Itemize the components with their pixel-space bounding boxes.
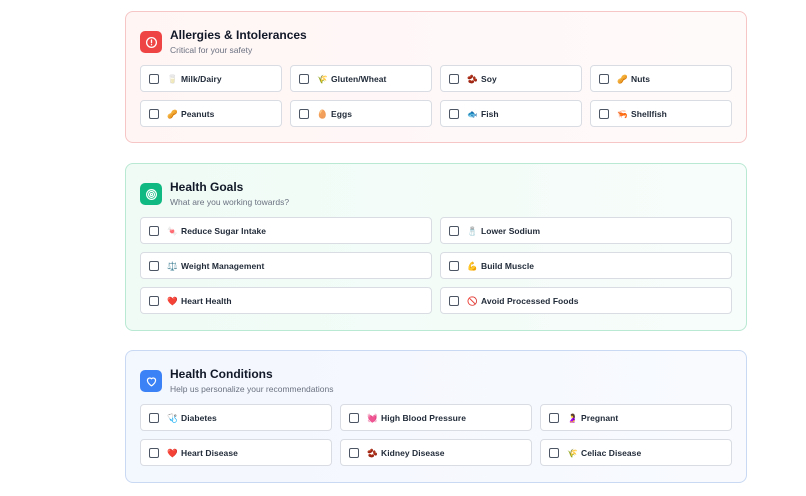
option-nuts[interactable]: 🥜 Nuts xyxy=(590,65,732,92)
checkbox[interactable] xyxy=(149,447,159,458)
candy-icon: 🍬 xyxy=(167,225,178,236)
option-heart-disease[interactable]: ❤️ Heart Disease xyxy=(140,439,332,466)
heart-outline-icon xyxy=(140,370,162,392)
conditions-options: 🩺 Diabetes 💓 High Blood Pressure 🤰 Pregnant… xyxy=(140,404,732,466)
option-diabetes[interactable]: 🩺 Diabetes xyxy=(140,404,332,431)
option-label: Lower Sodium xyxy=(481,225,541,236)
option-label: Heart Disease xyxy=(181,447,238,458)
flexed-bicep-icon: 💪 xyxy=(467,260,478,271)
checkbox[interactable] xyxy=(599,108,609,119)
allergies-card: Allergies & Intolerances Critical for yo… xyxy=(125,11,747,143)
option-lower-sodium[interactable]: 🧂 Lower Sodium xyxy=(440,217,732,244)
stethoscope-icon: 🩺 xyxy=(167,412,178,423)
checkbox[interactable] xyxy=(349,412,359,423)
allergies-header: Allergies & Intolerances Critical for yo… xyxy=(140,28,307,56)
option-peanuts[interactable]: 🥜 Peanuts xyxy=(140,100,282,127)
option-label: Shellfish xyxy=(631,108,667,119)
option-shellfish[interactable]: 🦐 Shellfish xyxy=(590,100,732,127)
wheat-icon: 🌾 xyxy=(567,447,578,458)
option-label: Nuts xyxy=(631,73,651,84)
option-label: High Blood Pressure xyxy=(381,412,467,423)
conditions-title: Health Conditions xyxy=(170,367,273,381)
option-reduce-sugar[interactable]: 🍬 Reduce Sugar Intake xyxy=(140,217,432,244)
pregnant-icon: 🤰 xyxy=(567,412,578,423)
fish-icon: 🐟 xyxy=(467,108,478,119)
checkbox[interactable] xyxy=(149,412,159,423)
checkbox[interactable] xyxy=(149,225,159,236)
egg-icon: 🥚 xyxy=(317,108,328,119)
option-fish[interactable]: 🐟 Fish xyxy=(440,100,582,127)
option-milk-dairy[interactable]: 🥛 Milk/Dairy xyxy=(140,65,282,92)
checkbox[interactable] xyxy=(599,73,609,84)
checkbox[interactable] xyxy=(299,108,309,119)
option-soy[interactable]: 🫘 Soy xyxy=(440,65,582,92)
checkbox[interactable] xyxy=(149,73,159,84)
option-eggs[interactable]: 🥚 Eggs xyxy=(290,100,432,127)
checkbox[interactable] xyxy=(549,447,559,458)
target-icon xyxy=(140,183,162,205)
beating-heart-icon: 💓 xyxy=(367,412,378,423)
option-heart-health[interactable]: ❤️ Heart Health xyxy=(140,287,432,314)
option-label: Avoid Processed Foods xyxy=(481,295,579,306)
checkbox[interactable] xyxy=(149,108,159,119)
option-pregnant[interactable]: 🤰 Pregnant xyxy=(540,404,732,431)
option-weight-management[interactable]: ⚖️ Weight Management xyxy=(140,252,432,279)
option-celiac-disease[interactable]: 🌾 Celiac Disease xyxy=(540,439,732,466)
checkbox[interactable] xyxy=(449,260,459,271)
option-label: Heart Health xyxy=(181,295,232,306)
peanut-icon: 🥜 xyxy=(617,73,628,84)
health-conditions-card: Health Conditions Help us personalize yo… xyxy=(125,350,747,483)
checkbox[interactable] xyxy=(149,295,159,306)
salt-icon: 🧂 xyxy=(467,225,478,236)
checkbox[interactable] xyxy=(449,73,459,84)
goals-options: 🍬 Reduce Sugar Intake 🧂 Lower Sodium ⚖️ Wei… xyxy=(140,217,732,314)
option-label: Reduce Sugar Intake xyxy=(181,225,267,236)
option-label: Weight Management xyxy=(181,260,265,271)
option-label: Pregnant xyxy=(581,412,619,423)
option-build-muscle[interactable]: 💪 Build Muscle xyxy=(440,252,732,279)
wheat-icon: 🌾 xyxy=(317,73,328,84)
alert-circle-icon xyxy=(140,31,162,53)
checkbox[interactable] xyxy=(449,295,459,306)
prohibited-icon: 🚫 xyxy=(467,295,478,306)
option-high-blood-pressure[interactable]: 💓 High Blood Pressure xyxy=(340,404,532,431)
option-label: Milk/Dairy xyxy=(181,73,222,84)
option-label: Soy xyxy=(481,73,497,84)
allergies-options: 🥛 Milk/Dairy 🌾 Gluten/Wheat 🫘 Soy 🥜 Nuts 🥜 Pe… xyxy=(140,65,732,127)
peanut-icon: 🥜 xyxy=(167,108,178,119)
option-gluten-wheat[interactable]: 🌾 Gluten/Wheat xyxy=(290,65,432,92)
option-label: Celiac Disease xyxy=(581,447,642,458)
beans-icon: 🫘 xyxy=(467,73,478,84)
option-label: Diabetes xyxy=(181,412,217,423)
shrimp-icon: 🦐 xyxy=(617,108,628,119)
checkbox[interactable] xyxy=(299,73,309,84)
allergies-subtitle: Critical for your safety xyxy=(170,45,253,55)
option-label: Peanuts xyxy=(181,108,215,119)
option-avoid-processed[interactable]: 🚫 Avoid Processed Foods xyxy=(440,287,732,314)
goals-title: Health Goals xyxy=(170,180,244,194)
milk-icon: 🥛 xyxy=(167,73,178,84)
allergies-title: Allergies & Intolerances xyxy=(170,28,307,42)
option-kidney-disease[interactable]: 🫘 Kidney Disease xyxy=(340,439,532,466)
conditions-header: Health Conditions Help us personalize yo… xyxy=(140,367,333,395)
checkbox[interactable] xyxy=(449,108,459,119)
checkbox[interactable] xyxy=(349,447,359,458)
heart-icon: ❤️ xyxy=(167,447,178,458)
option-label: Gluten/Wheat xyxy=(331,73,387,84)
option-label: Fish xyxy=(481,108,499,119)
checkbox[interactable] xyxy=(149,260,159,271)
goals-subtitle: What are you working towards? xyxy=(170,197,290,207)
kidney-icon: 🫘 xyxy=(367,447,378,458)
conditions-subtitle: Help us personalize your recommendations xyxy=(170,384,334,394)
health-goals-card: Health Goals What are you working toward… xyxy=(125,163,747,331)
option-label: Build Muscle xyxy=(481,260,535,271)
goals-header: Health Goals What are you working toward… xyxy=(140,180,289,208)
scale-icon: ⚖️ xyxy=(167,260,178,271)
option-label: Kidney Disease xyxy=(381,447,445,458)
checkbox[interactable] xyxy=(449,225,459,236)
checkbox[interactable] xyxy=(549,412,559,423)
heart-icon: ❤️ xyxy=(167,295,178,306)
option-label: Eggs xyxy=(331,108,352,119)
